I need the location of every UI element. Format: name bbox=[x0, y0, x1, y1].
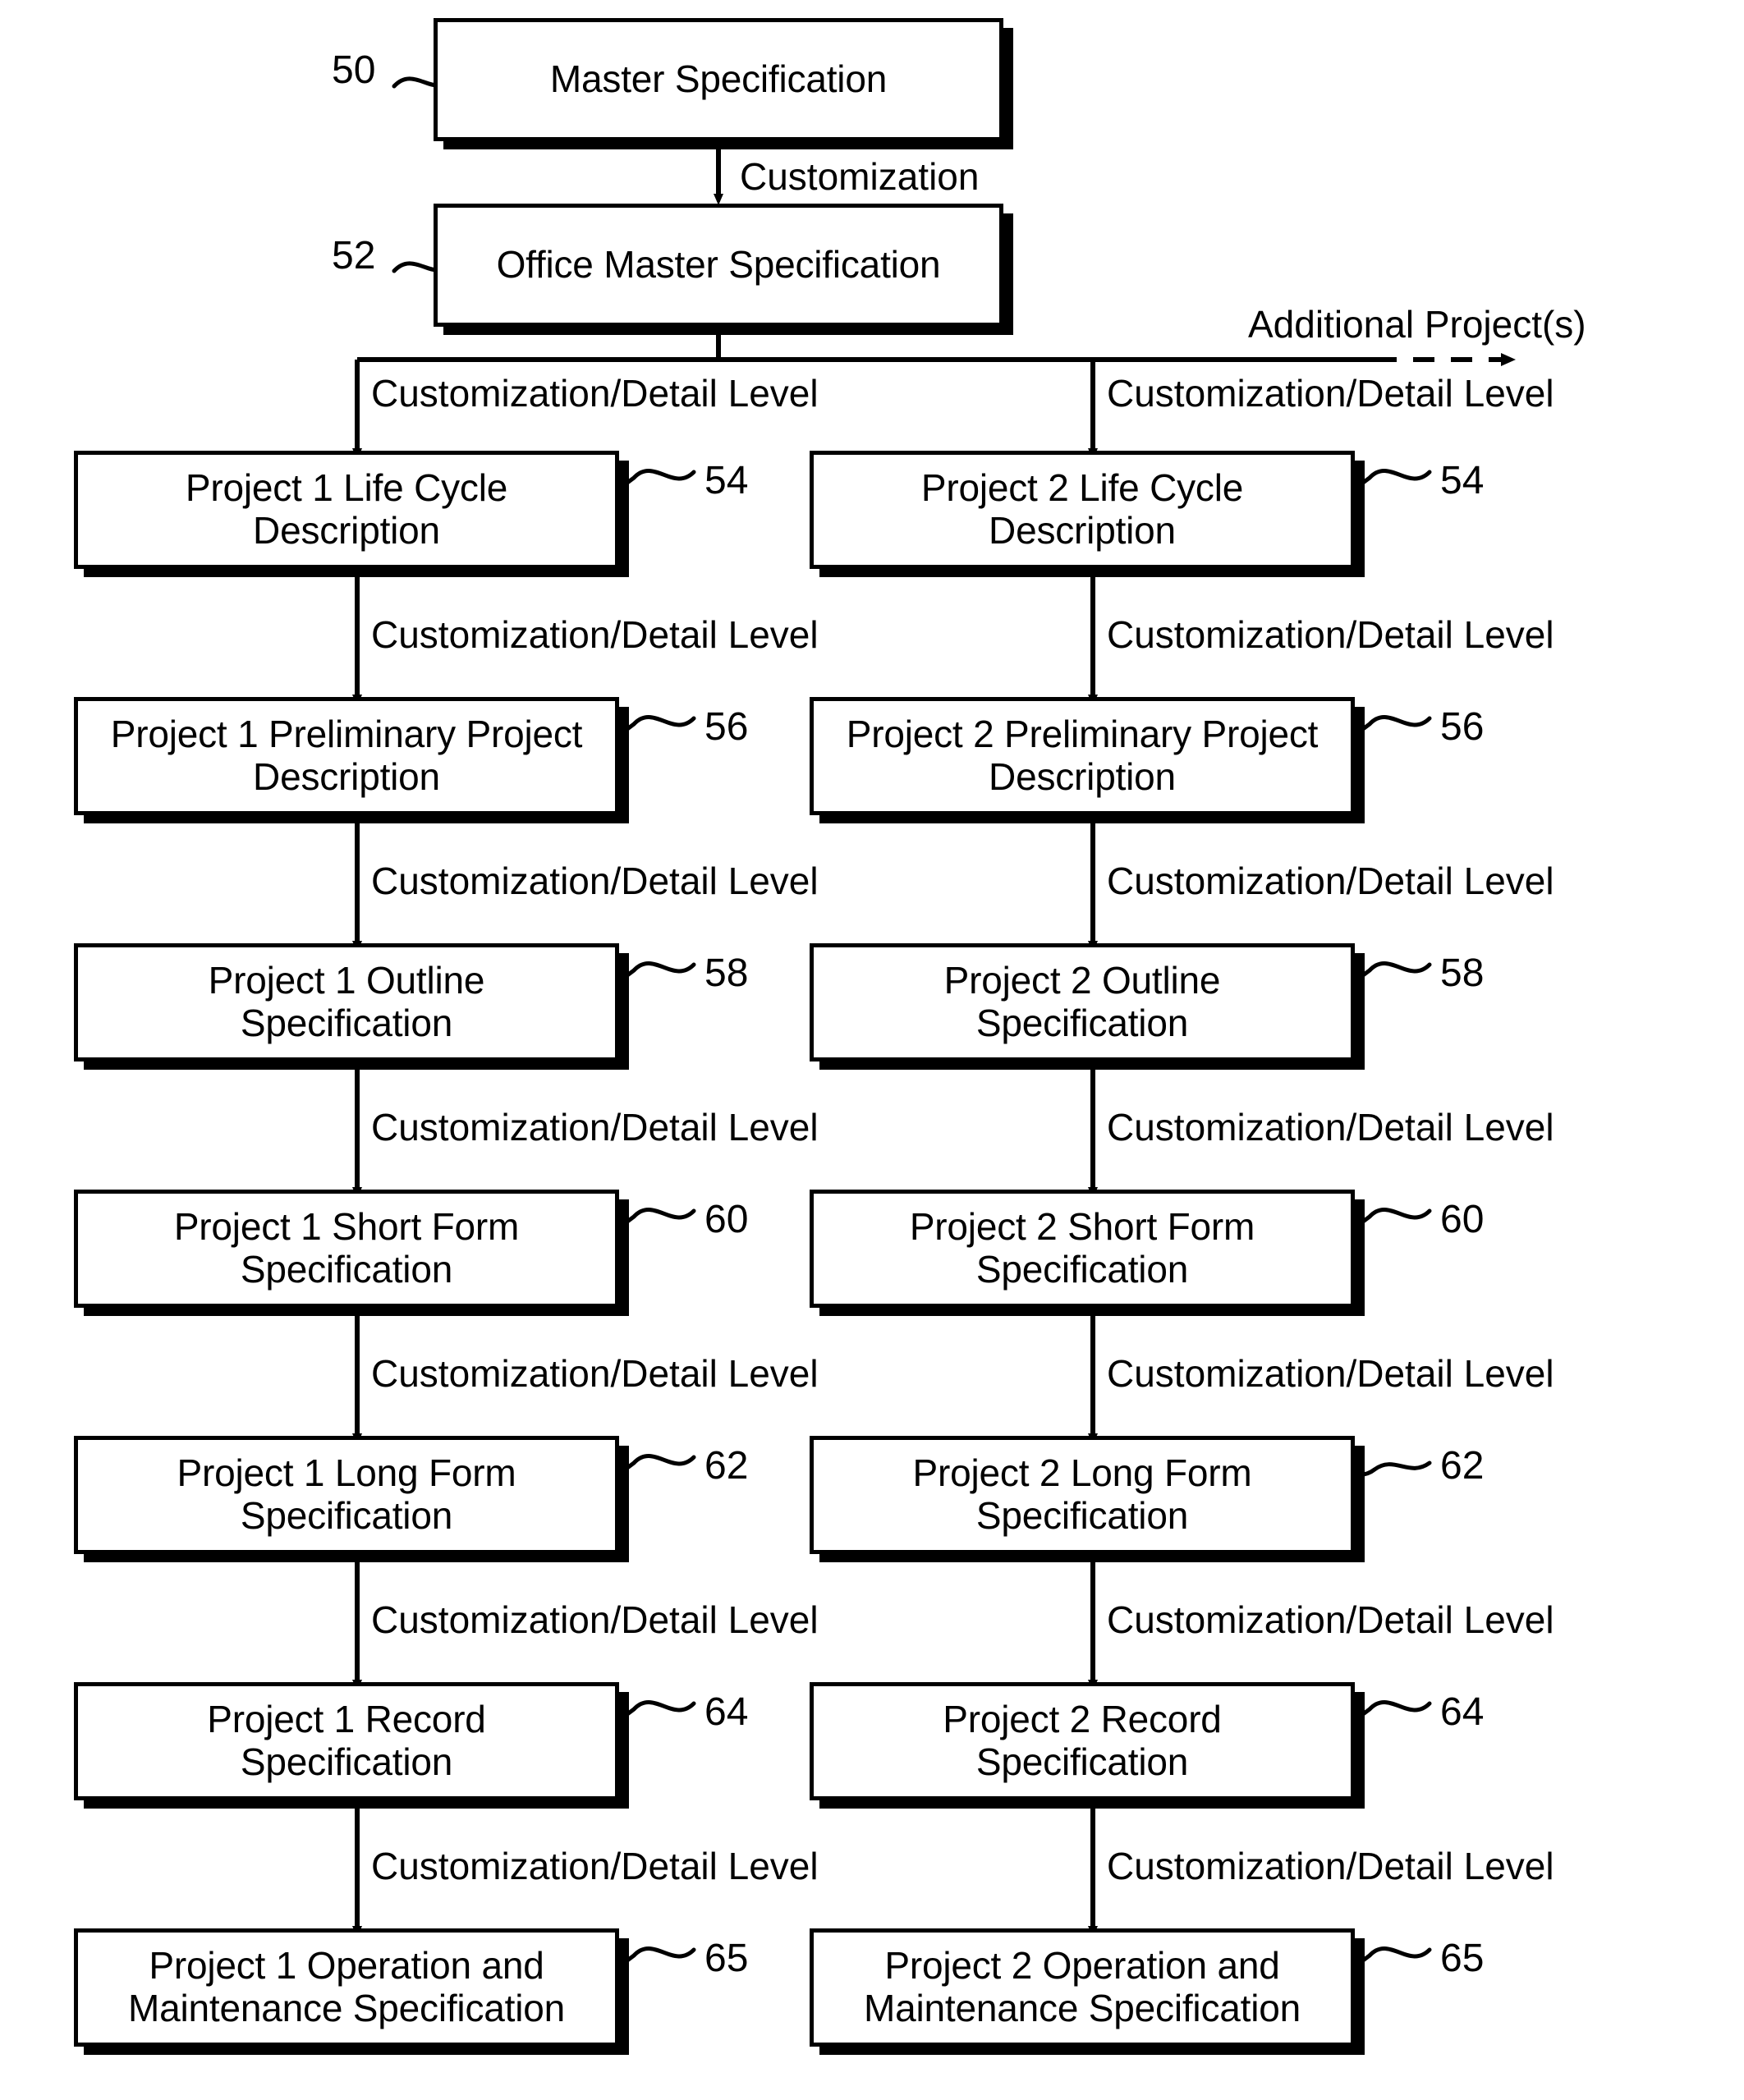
edge-label-p1-64-65: Customization/Detail Level bbox=[371, 1845, 819, 1887]
node-p1-life-cycle-description[interactable]: Project 1 Life Cycle Description bbox=[74, 451, 619, 569]
ref-numeral-p1-56: 56 bbox=[704, 705, 749, 749]
node-shadow bbox=[619, 1446, 629, 1562]
node-label: Project 1 Operation and Maintenance Spec… bbox=[128, 1944, 565, 2029]
ref-numeral-50: 50 bbox=[332, 48, 376, 92]
edge-label-p2-60-62: Customization/Detail Level bbox=[1107, 1352, 1554, 1395]
ref-numeral-p1-54: 54 bbox=[704, 459, 749, 502]
edge-label-p2-62-64: Customization/Detail Level bbox=[1107, 1598, 1554, 1641]
flowchart-diagram: Master Specification Office Master Speci… bbox=[0, 0, 1744, 2100]
node-label: Office Master Specification bbox=[496, 243, 941, 287]
node-master-specification[interactable]: Master Specification bbox=[434, 18, 1003, 141]
node-p2-outline-specification[interactable]: Project 2 Outline Specification bbox=[810, 943, 1355, 1061]
node-label: Project 2 Record Specification bbox=[943, 1698, 1222, 1783]
ref-numeral-p1-60: 60 bbox=[704, 1198, 749, 1241]
edge-label-p1-54-56: Customization/Detail Level bbox=[371, 613, 819, 656]
ref-numeral-p1-64: 64 bbox=[704, 1690, 749, 1734]
node-label: Project 2 Outline Specification bbox=[943, 959, 1221, 1044]
node-shadow bbox=[1003, 213, 1013, 335]
ref-numeral-52: 52 bbox=[332, 234, 376, 277]
node-label: Project 2 Operation and Maintenance Spec… bbox=[864, 1944, 1301, 2029]
node-shadow bbox=[619, 461, 629, 577]
node-p1-operation-and-maintenance-specification[interactable]: Project 1 Operation and Maintenance Spec… bbox=[74, 1928, 619, 2047]
node-office-master-specification[interactable]: Office Master Specification bbox=[434, 204, 1003, 327]
ref-numeral-p1-58: 58 bbox=[704, 951, 749, 995]
node-p1-preliminary-project-description[interactable]: Project 1 Preliminary Project Descriptio… bbox=[74, 697, 619, 815]
node-label: Project 2 Preliminary Project Descriptio… bbox=[846, 713, 1319, 798]
ref-numeral-p2-60: 60 bbox=[1440, 1198, 1485, 1241]
node-p1-record-specification[interactable]: Project 1 Record Specification bbox=[74, 1682, 619, 1800]
node-p1-short-form-specification[interactable]: Project 1 Short Form Specification bbox=[74, 1190, 619, 1308]
node-label: Project 1 Record Specification bbox=[207, 1698, 486, 1783]
node-p2-short-form-specification[interactable]: Project 2 Short Form Specification bbox=[810, 1190, 1355, 1308]
edge-label-p1-56-58: Customization/Detail Level bbox=[371, 860, 819, 902]
edge-label-additional-projects: Additional Project(s) bbox=[1248, 303, 1586, 346]
node-p2-record-specification[interactable]: Project 2 Record Specification bbox=[810, 1682, 1355, 1800]
edge-label-p1-62-64: Customization/Detail Level bbox=[371, 1598, 819, 1641]
edge-label-p1-bar-54: Customization/Detail Level bbox=[371, 372, 819, 415]
node-label: Project 2 Long Form Specification bbox=[912, 1451, 1252, 1537]
edge-label-p2-64-65: Customization/Detail Level bbox=[1107, 1845, 1554, 1887]
ref-numeral-p1-62: 62 bbox=[704, 1444, 749, 1488]
edge-label-p2-58-60: Customization/Detail Level bbox=[1107, 1106, 1554, 1149]
node-shadow bbox=[1355, 461, 1365, 577]
node-shadow bbox=[1355, 953, 1365, 1070]
node-label: Project 1 Life Cycle Description bbox=[185, 466, 508, 552]
node-shadow bbox=[1003, 28, 1013, 149]
node-shadow bbox=[1355, 707, 1365, 823]
node-label: Project 1 Short Form Specification bbox=[173, 1205, 520, 1291]
ref-numeral-p2-65: 65 bbox=[1440, 1937, 1485, 1980]
node-shadow bbox=[619, 953, 629, 1070]
node-shadow bbox=[1355, 1938, 1365, 2055]
edge-label-p1-60-62: Customization/Detail Level bbox=[371, 1352, 819, 1395]
edge-label-p2-bar-54: Customization/Detail Level bbox=[1107, 372, 1554, 415]
node-shadow bbox=[1355, 1199, 1365, 1316]
node-label: Project 2 Short Form Specification bbox=[909, 1205, 1255, 1291]
node-label: Project 1 Long Form Specification bbox=[177, 1451, 516, 1537]
ref-numeral-p2-56: 56 bbox=[1440, 705, 1485, 749]
node-shadow bbox=[619, 1199, 629, 1316]
node-p1-outline-specification[interactable]: Project 1 Outline Specification bbox=[74, 943, 619, 1061]
node-shadow bbox=[619, 707, 629, 823]
edge-label-p2-54-56: Customization/Detail Level bbox=[1107, 613, 1554, 656]
node-p2-life-cycle-description[interactable]: Project 2 Life Cycle Description bbox=[810, 451, 1355, 569]
node-shadow bbox=[619, 1938, 629, 2055]
node-label: Project 1 Outline Specification bbox=[208, 959, 485, 1044]
node-p2-preliminary-project-description[interactable]: Project 2 Preliminary Project Descriptio… bbox=[810, 697, 1355, 815]
node-shadow bbox=[619, 1692, 629, 1809]
node-label: Master Specification bbox=[549, 57, 888, 101]
ref-numeral-p2-54: 54 bbox=[1440, 459, 1485, 502]
ref-numeral-p1-65: 65 bbox=[704, 1937, 749, 1980]
node-shadow bbox=[1355, 1692, 1365, 1809]
node-p2-operation-and-maintenance-specification[interactable]: Project 2 Operation and Maintenance Spec… bbox=[810, 1928, 1355, 2047]
node-p1-long-form-specification[interactable]: Project 1 Long Form Specification bbox=[74, 1436, 619, 1554]
node-label: Project 1 Preliminary Project Descriptio… bbox=[110, 713, 583, 798]
node-p2-long-form-specification[interactable]: Project 2 Long Form Specification bbox=[810, 1436, 1355, 1554]
node-shadow bbox=[1355, 1446, 1365, 1562]
ref-numeral-p2-58: 58 bbox=[1440, 951, 1485, 995]
node-label: Project 2 Life Cycle Description bbox=[920, 466, 1244, 552]
edge-label-p1-58-60: Customization/Detail Level bbox=[371, 1106, 819, 1149]
ref-numeral-p2-64: 64 bbox=[1440, 1690, 1485, 1734]
ref-numeral-p2-62: 62 bbox=[1440, 1444, 1485, 1488]
edge-label-p2-56-58: Customization/Detail Level bbox=[1107, 860, 1554, 902]
edge-label-customization: Customization bbox=[740, 155, 980, 198]
